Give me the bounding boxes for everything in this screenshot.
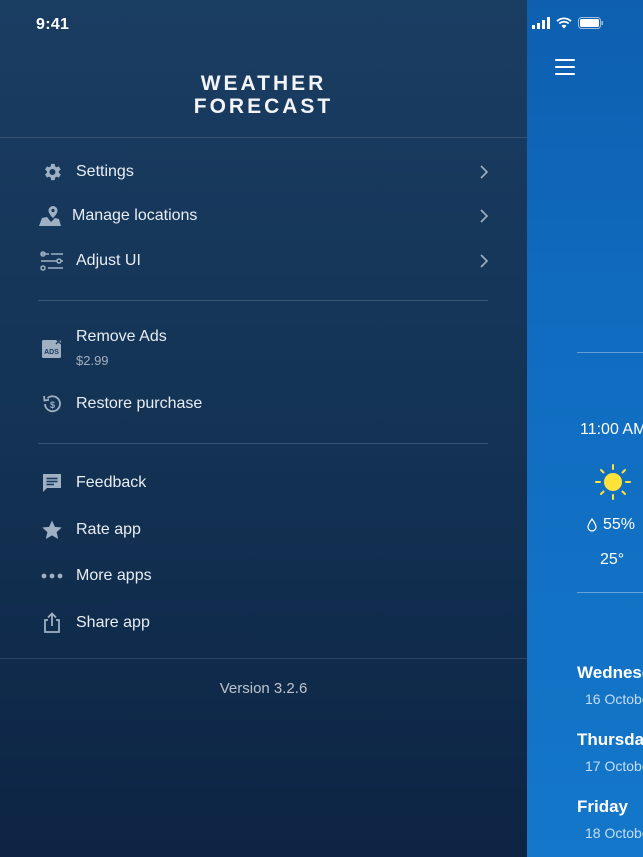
menu-item-label: Manage locations <box>72 207 198 224</box>
chevron-right-icon <box>480 209 489 223</box>
day-date: 18 October <box>585 825 643 841</box>
menu-item-label: Settings <box>76 163 134 180</box>
menu-item-settings[interactable]: Settings <box>0 152 527 192</box>
header-divider <box>0 137 527 138</box>
share-icon <box>40 611 64 635</box>
restore-purchase-icon: $ <box>40 392 64 416</box>
menu-item-restore-purchase[interactable]: $ Restore purchase <box>0 384 527 424</box>
day-date: 16 October <box>585 691 643 707</box>
feedback-icon <box>40 471 64 495</box>
menu-item-remove-ads[interactable]: ADS Remove Ads $2.99 <box>0 318 527 370</box>
menu-item-label: Share app <box>76 614 150 631</box>
menu-item-manage-locations[interactable]: Manage locations <box>0 196 527 236</box>
humidity-value: 55% <box>603 516 636 533</box>
section-divider <box>38 300 488 301</box>
day-name: Friday <box>577 797 629 816</box>
day-name: Wednesday <box>577 663 643 682</box>
divider <box>577 592 643 593</box>
menu-item-label: Remove Ads <box>76 328 167 345</box>
version-label: Version 3.2.6 <box>219 680 308 697</box>
status-time: 9:41 <box>36 16 70 33</box>
menu-item-label: Adjust UI <box>76 252 141 269</box>
sun-icon <box>595 464 631 500</box>
day-date: 17 October <box>585 758 643 774</box>
signal-icon <box>532 17 550 29</box>
menu-item-label: Rate app <box>76 521 141 538</box>
menu-item-more-apps[interactable]: More apps <box>0 556 527 596</box>
water-drop-icon <box>587 518 597 532</box>
hourly-temp: 25° <box>600 551 625 568</box>
section-divider <box>38 443 488 444</box>
menu-item-adjust-ui[interactable]: Adjust UI <box>0 241 527 281</box>
more-dots-icon <box>40 564 64 588</box>
gear-icon <box>40 160 64 184</box>
side-drawer: 9:41 WEATHER FORECAST Settings Manage lo… <box>0 0 527 857</box>
battery-icon <box>578 17 603 29</box>
map-pin-icon <box>38 204 62 228</box>
hourly-time: 11:00 AM <box>580 421 643 438</box>
menu-item-feedback[interactable]: Feedback <box>0 463 527 503</box>
logo-line-1: WEATHER <box>200 72 327 95</box>
logo-line-2: FORECAST <box>193 95 334 118</box>
wifi-icon <box>556 17 572 29</box>
menu-item-share-app[interactable]: Share app <box>0 603 527 643</box>
menu-item-rate-app[interactable]: Rate app <box>0 510 527 550</box>
status-icons <box>532 17 604 29</box>
menu-item-label: More apps <box>76 567 152 584</box>
main-weather-view: 11:00 AM 55% 25° Wednesday 16 October Th… <box>527 0 643 857</box>
divider <box>577 352 643 353</box>
day-name: Thursday <box>577 730 643 749</box>
remove-ads-icon: ADS <box>40 336 64 360</box>
menu-item-label: Restore purchase <box>76 395 203 412</box>
humidity: 55% <box>587 516 635 534</box>
footer-divider <box>0 658 527 659</box>
chevron-right-icon <box>480 165 489 179</box>
price-label: $2.99 <box>76 353 109 368</box>
svg-text:ADS: ADS <box>44 349 59 356</box>
sliders-icon <box>40 249 64 273</box>
app-logo: WEATHER FORECAST <box>0 72 527 118</box>
chevron-right-icon <box>480 254 489 268</box>
svg-text:$: $ <box>50 400 55 410</box>
star-icon <box>40 518 64 542</box>
hamburger-menu-icon[interactable] <box>555 59 575 75</box>
menu-item-label: Feedback <box>76 474 147 491</box>
